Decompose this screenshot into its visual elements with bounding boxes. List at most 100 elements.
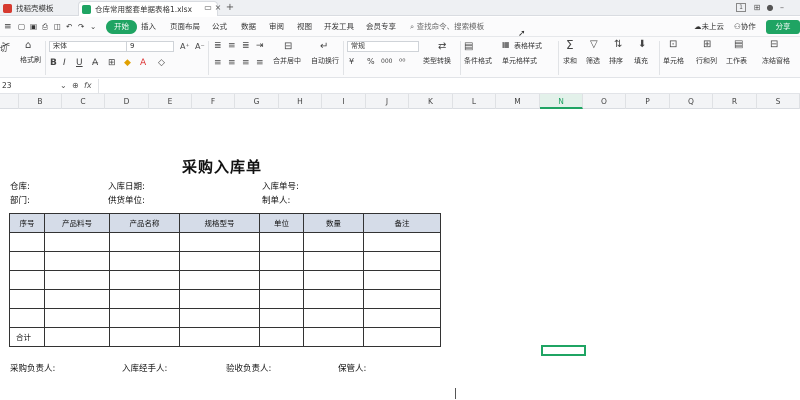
column-header-i[interactable]: I: [322, 94, 366, 109]
minimize-icon[interactable]: –: [776, 2, 788, 14]
share-button[interactable]: 分享: [766, 20, 800, 34]
fx-button[interactable]: fx: [84, 79, 92, 93]
wrap-icon[interactable]: ↵: [320, 41, 328, 53]
table-style-label[interactable]: 表格样式: [514, 42, 542, 51]
header-remarks[interactable]: 备注: [363, 213, 441, 233]
sum-label[interactable]: 求和: [563, 57, 577, 66]
filter-label[interactable]: 筛选: [586, 57, 600, 66]
table-cell[interactable]: [363, 251, 441, 271]
column-header-g[interactable]: G: [235, 94, 279, 109]
menu-data[interactable]: 数据: [241, 21, 256, 33]
cloud-status[interactable]: ☁未上云: [694, 21, 724, 33]
align-bottom-icon[interactable]: ≣: [242, 40, 250, 52]
header-product-name[interactable]: 产品名称: [109, 213, 180, 233]
print-icon[interactable]: ⎙: [42, 21, 48, 33]
align-middle-icon[interactable]: ≡: [228, 40, 236, 52]
select-all-corner[interactable]: [0, 94, 19, 109]
column-header-o[interactable]: O: [583, 94, 626, 109]
add-tab-button[interactable]: +: [224, 2, 236, 14]
table-cell[interactable]: [109, 232, 180, 252]
table-cell[interactable]: [363, 327, 441, 347]
table-cell[interactable]: [259, 308, 304, 328]
file-icon[interactable]: ▢: [18, 21, 25, 33]
column-header-s[interactable]: S: [757, 94, 800, 109]
format-painter-icon[interactable]: ⌂: [25, 40, 31, 52]
table-cell[interactable]: [44, 232, 110, 252]
table-cell[interactable]: [179, 308, 260, 328]
tab-template-store[interactable]: 找稻壳模板: [0, 1, 78, 16]
align-left-icon[interactable]: ≡: [214, 57, 222, 69]
dropdown-icon[interactable]: ⌄: [60, 79, 67, 93]
close-tab-icon[interactable]: ×: [212, 2, 224, 14]
align-right-icon[interactable]: ≡: [242, 57, 250, 69]
align-center-icon[interactable]: ≡: [228, 57, 236, 69]
menu-developer[interactable]: 开发工具: [324, 21, 354, 33]
table-cell[interactable]: [363, 232, 441, 252]
table-cell[interactable]: [9, 289, 45, 309]
worksheet-icon[interactable]: ▤: [734, 39, 743, 51]
column-header-h[interactable]: H: [279, 94, 322, 109]
table-cell[interactable]: [109, 270, 180, 290]
name-box[interactable]: 23: [0, 80, 60, 92]
command-search[interactable]: ⌕ 查找命令、搜索模板: [410, 21, 484, 33]
table-cell[interactable]: [179, 327, 260, 347]
freeze-label[interactable]: 冻结窗格: [762, 57, 790, 66]
table-cell[interactable]: [259, 289, 304, 309]
table-cell[interactable]: [303, 289, 364, 309]
type-convert-icon[interactable]: ⇄: [438, 41, 446, 53]
more-icon[interactable]: ⌄: [90, 21, 96, 33]
redo-icon[interactable]: ↷: [78, 21, 84, 33]
table-cell[interactable]: [363, 270, 441, 290]
fill-icon[interactable]: ⬇: [638, 39, 646, 51]
undo-icon[interactable]: ↶: [66, 21, 72, 33]
table-cell[interactable]: [259, 270, 304, 290]
table-cell[interactable]: [363, 289, 441, 309]
menu-member[interactable]: 会员专享: [366, 21, 396, 33]
menu-icon[interactable]: ≡: [4, 21, 12, 33]
table-cell[interactable]: [179, 251, 260, 271]
sort-icon[interactable]: ⇅: [614, 39, 622, 51]
thousands-button[interactable]: 000: [381, 56, 392, 68]
save-icon[interactable]: ▣: [30, 21, 37, 33]
grow-font-icon[interactable]: A⁺: [180, 41, 190, 53]
column-header-b[interactable]: B: [19, 94, 62, 109]
table-cell[interactable]: [44, 327, 110, 347]
table-cell[interactable]: [259, 232, 304, 252]
freeze-icon[interactable]: ⊟: [770, 39, 778, 51]
column-header-e[interactable]: E: [149, 94, 192, 109]
header-spec[interactable]: 规格型号: [179, 213, 260, 233]
header-quantity[interactable]: 数量: [303, 213, 364, 233]
table-cell[interactable]: [44, 289, 110, 309]
wrap-text-label[interactable]: 自动换行: [311, 57, 339, 66]
worksheet-label[interactable]: 工作表: [726, 57, 747, 66]
strikethrough-icon[interactable]: A̶: [92, 57, 98, 69]
table-style-icon[interactable]: ▦: [502, 39, 510, 51]
selected-cell[interactable]: [541, 345, 586, 356]
table-cell[interactable]: [44, 251, 110, 271]
zoom-icon[interactable]: ⊕: [72, 79, 79, 93]
table-cell[interactable]: [303, 232, 364, 252]
table-cell[interactable]: [44, 308, 110, 328]
font-color-icon[interactable]: A: [140, 57, 146, 69]
number-format-select[interactable]: 常规: [347, 41, 419, 52]
menu-start[interactable]: 开始: [106, 20, 137, 34]
border-icon[interactable]: ⊞: [108, 57, 116, 69]
shrink-font-icon[interactable]: A⁻: [195, 41, 205, 53]
cond-format-icon[interactable]: ▤: [464, 41, 473, 53]
menu-review[interactable]: 审阅: [269, 21, 284, 33]
font-size-select[interactable]: 9: [126, 41, 174, 52]
column-header-k[interactable]: K: [409, 94, 453, 109]
table-cell[interactable]: [303, 251, 364, 271]
table-cell[interactable]: [44, 270, 110, 290]
table-cell[interactable]: [259, 251, 304, 271]
column-header-l[interactable]: L: [453, 94, 496, 109]
grid-icon[interactable]: ⊞: [751, 2, 763, 14]
table-cell[interactable]: [259, 327, 304, 347]
clear-format-icon[interactable]: ◇: [158, 57, 165, 69]
avatar-icon[interactable]: ●: [764, 2, 776, 14]
tab-current-file[interactable]: 仓库常用整套单据表格1.xlsx: [78, 1, 218, 16]
cell-icon[interactable]: ⊡: [669, 39, 677, 51]
table-cell[interactable]: [109, 327, 180, 347]
table-cell[interactable]: [179, 232, 260, 252]
percent-button[interactable]: %: [367, 56, 375, 68]
